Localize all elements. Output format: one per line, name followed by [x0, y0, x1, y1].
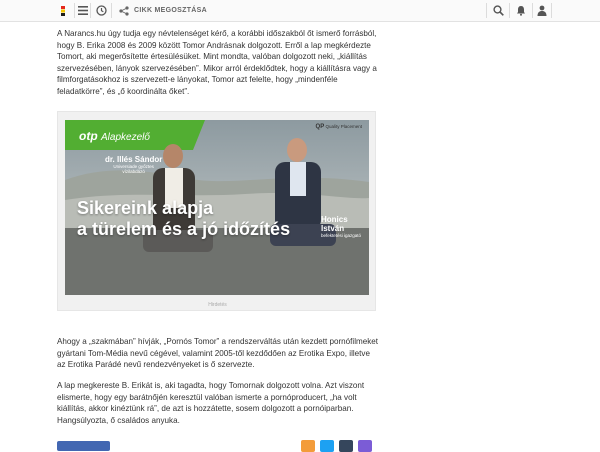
paragraph-text: A Narancs.hu úgy tudja egy névtelenséget…	[57, 29, 377, 96]
advertisement-box[interactable]: otp Alapkezelő QP Quality Placement dr. …	[57, 111, 376, 311]
article-paragraph-2: Ahogy a „szakmában” hívják, „Pornós Tomo…	[57, 336, 379, 371]
messenger-share-icon[interactable]	[358, 440, 372, 452]
ad-headline-line1: Sikereink alapja	[77, 198, 214, 218]
paragraph-text: Ahogy a „szakmában” hívják, „Pornós Tomo…	[57, 337, 379, 369]
person2-title: befektetési igazgató	[321, 232, 362, 238]
article-paragraph-1: A Narancs.hu úgy tudja egy névtelenséget…	[57, 28, 379, 97]
menu-icon[interactable]	[75, 0, 90, 21]
top-navigation-bar: CIKK MEGOSZTÁSA	[0, 0, 600, 22]
advertisement-banner[interactable]: otp Alapkezelő QP Quality Placement dr. …	[65, 120, 369, 295]
index-logo-icon[interactable]	[52, 0, 74, 21]
person2-name: Honics István	[321, 215, 348, 233]
person2-label: Honics István befektetési igazgató	[321, 215, 369, 239]
clock-icon[interactable]	[91, 0, 111, 21]
otp-alapkezelo-logo: otp Alapkezelő	[79, 129, 150, 143]
quality-placement-mark: QP Quality Placement	[316, 124, 362, 130]
paragraph-text: A lap megkereste B. Erikát is, aki tagad…	[57, 381, 365, 425]
article-paragraph-3: A lap megkereste B. Erikát is, aki tagad…	[57, 380, 379, 426]
logo-sub: Alapkezelő	[101, 132, 150, 143]
share-icon[interactable]	[117, 0, 131, 21]
person1-label: dr. Illés Sándor Universiade győztes víz…	[105, 155, 162, 175]
bell-icon[interactable]	[510, 0, 532, 21]
user-icon[interactable]	[533, 0, 551, 21]
logo-brand: otp	[79, 129, 98, 143]
twitter-share-icon[interactable]	[320, 440, 334, 452]
person1-title2: vízilabdázó	[122, 168, 145, 174]
ad-caption: Hirdetés	[208, 302, 227, 308]
tumblr-share-icon[interactable]	[339, 440, 353, 452]
facebook-share-button[interactable]	[57, 441, 110, 451]
email-share-icon[interactable]	[301, 440, 315, 452]
qp-text: Quality Placement	[325, 124, 362, 129]
ad-headline-line2: a türelem és a jó időzítés	[77, 219, 291, 239]
share-article-label[interactable]: CIKK MEGOSZTÁSA	[134, 0, 207, 21]
qp-abbr: QP	[315, 124, 325, 130]
search-icon[interactable]	[487, 0, 509, 21]
